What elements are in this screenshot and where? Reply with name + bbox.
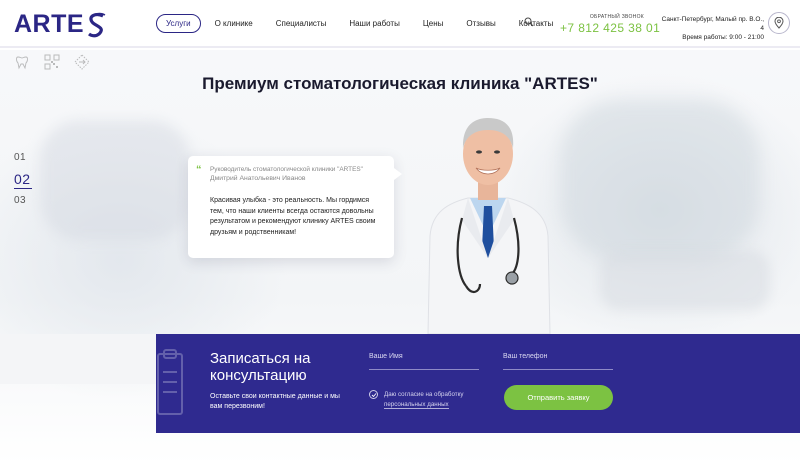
quote-author-role: Руководитель стоматологической клиники "… <box>210 166 363 173</box>
left-panel <box>0 334 156 384</box>
slide-3-button[interactable]: 03 <box>14 195 32 206</box>
callback-block[interactable]: ОБРАТНЫЙ ЗВОНОК +7 812 425 38 01 <box>560 14 660 35</box>
clinic-interior-blur <box>560 100 760 260</box>
nav-item-works[interactable]: Наши работы <box>340 14 409 33</box>
logo-s-mark-icon <box>88 12 106 37</box>
clinic-interior-blur <box>600 250 770 310</box>
qr-code-icon <box>44 54 60 70</box>
slider-pagination: 01 02 03 <box>14 152 32 214</box>
doctor-photo <box>427 118 551 334</box>
logo-text: ARTE <box>14 10 85 38</box>
nav-item-reviews[interactable]: Отзывы <box>457 14 504 33</box>
slide-2-button[interactable]: 02 <box>14 171 32 189</box>
nav-item-prices[interactable]: Цены <box>414 14 453 33</box>
name-input[interactable]: Ваше Имя <box>369 353 479 370</box>
form-title: Записаться на конcультацию <box>210 350 311 384</box>
slide-1-button[interactable]: 01 <box>14 152 32 163</box>
logo[interactable]: ARTE <box>14 10 109 39</box>
submit-button[interactable]: Отправить заявку <box>504 385 613 410</box>
main-nav: Услуги О клинике Специалисты Наши работы… <box>156 14 567 33</box>
quote-text: Красивая улыбка - это реальность. Мы гор… <box>210 197 376 236</box>
callback-label[interactable]: ОБРАТНЫЙ ЗВОНОК <box>560 14 644 20</box>
check-icon <box>371 392 376 397</box>
consent-text: Даю согласие на обработку персональных д… <box>384 390 484 410</box>
feature-icons <box>14 54 104 70</box>
nav-item-contacts[interactable]: Контакты <box>510 14 563 33</box>
personal-data-link[interactable]: персональных данных <box>384 401 449 409</box>
quote-author-name: Дмитрий Анатольевич Иванов <box>210 175 306 182</box>
phone-number[interactable]: +7 812 425 38 01 <box>560 21 660 35</box>
doctor-quote-card: “ Руководитель стоматологической клиники… <box>188 156 402 258</box>
form-subtitle: Оставьте свои контактные данные и мы вам… <box>210 393 340 410</box>
map-button[interactable] <box>768 12 790 34</box>
arrows-icon <box>74 54 90 70</box>
clinic-interior-blur <box>40 120 190 240</box>
clipboard-icon <box>157 349 183 415</box>
quote-icon: “ <box>196 164 202 176</box>
nav-item-specialists[interactable]: Специалисты <box>267 14 336 33</box>
tooth-icon <box>16 56 28 70</box>
phone-input[interactable]: Ваш телефон <box>503 353 613 370</box>
working-hours: Время работы: 9:00 - 21:00 <box>682 34 764 41</box>
page-title: Премиум стоматологическая клиника "ARTES… <box>202 74 598 93</box>
address-text: Санкт-Петербург, Малый пр. В.О., 4 <box>661 16 764 32</box>
consent-checkbox[interactable] <box>369 390 378 399</box>
nav-item-services[interactable]: Услуги <box>156 14 201 33</box>
map-pin-icon <box>774 17 784 29</box>
nav-item-about[interactable]: О клинике <box>206 14 262 33</box>
site-header: ARTE Услуги О клинике Специалисты Наши р… <box>0 0 800 48</box>
address-block: Санкт-Петербург, Малый пр. В.О., 4 Время… <box>660 15 764 42</box>
search-icon[interactable] <box>524 17 534 27</box>
consent-prefix: Даю согласие на обработку <box>384 391 464 398</box>
